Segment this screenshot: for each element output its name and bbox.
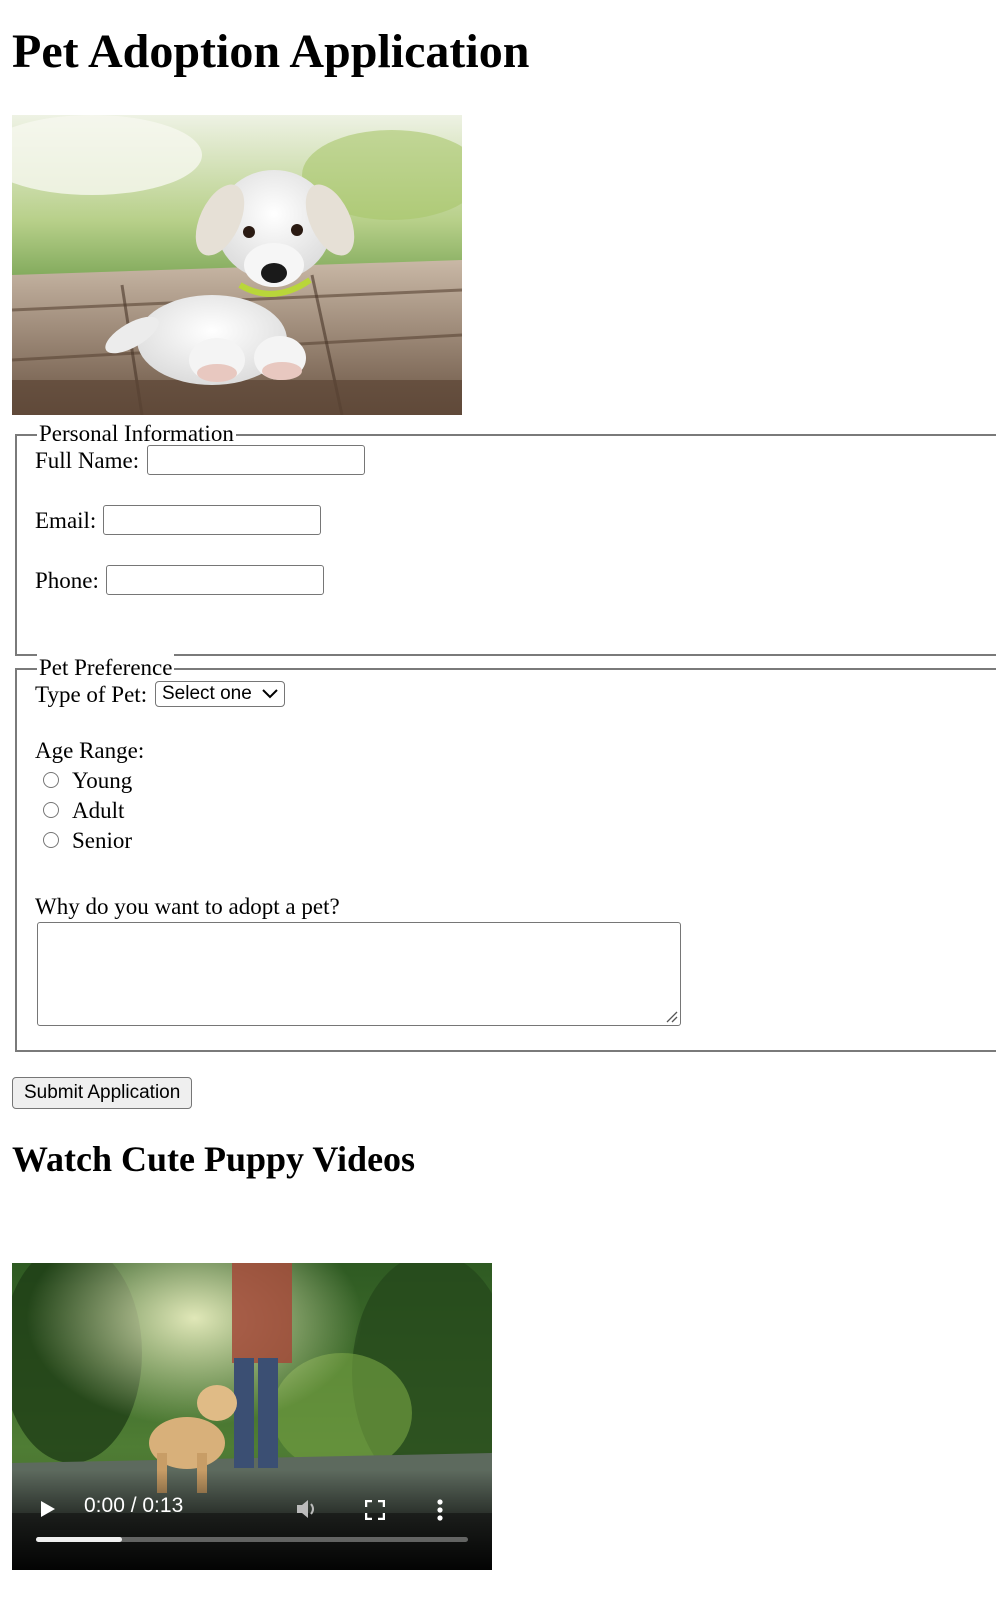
age-senior-label: Senior (72, 828, 133, 853)
more-options-icon[interactable] (436, 1498, 444, 1522)
videos-heading: Watch Cute Puppy Videos (12, 1139, 416, 1179)
full-name-input[interactable] (147, 445, 365, 475)
age-adult-radio[interactable] (43, 802, 59, 818)
age-young-radio[interactable] (43, 772, 59, 788)
type-of-pet-label: Type of Pet: (35, 682, 148, 707)
adopt-reason-label: Why do you want to adopt a pet? (35, 894, 340, 919)
phone-input[interactable] (106, 565, 324, 595)
video-progress-bar[interactable] (36, 1537, 468, 1542)
pet-preference-fieldset: Pet Preference Type of Pet: Select one A… (15, 653, 996, 1052)
play-icon[interactable] (40, 1500, 56, 1518)
volume-icon[interactable] (295, 1498, 319, 1520)
email-label: Email: (35, 508, 97, 533)
age-adult-label: Adult (72, 798, 125, 823)
pet-preference-legend: Pet Preference (37, 653, 175, 683)
video-controls: 0:00 / 0:13 (12, 1470, 492, 1570)
phone-label: Phone: (35, 568, 99, 593)
video-buffered-fill (36, 1537, 123, 1542)
email-input[interactable] (103, 505, 321, 535)
type-of-pet-selected: Select one (162, 683, 252, 704)
personal-information-fieldset: Personal Information Full Name: Email: P… (15, 419, 996, 656)
video-time: 0:00 / 0:13 (84, 1494, 184, 1517)
adopt-reason-textarea[interactable] (37, 922, 681, 1026)
page-title: Pet Adoption Application (12, 25, 530, 78)
type-of-pet-select[interactable]: Select one (155, 681, 285, 707)
full-name-label: Full Name: (35, 448, 140, 473)
page: Pet Adoption Application Personal Inform… (0, 0, 996, 1620)
submit-application-button[interactable]: Submit Application (12, 1077, 193, 1109)
puppy-video-player[interactable]: 0:00 / 0:13 (12, 1263, 492, 1570)
age-senior-radio[interactable] (43, 832, 59, 848)
resize-handle-icon[interactable] (664, 1009, 678, 1023)
age-range-label: Age Range: (35, 738, 145, 763)
puppy-image (12, 115, 462, 415)
age-young-label: Young (72, 768, 133, 793)
fullscreen-icon[interactable] (365, 1500, 385, 1520)
chevron-down-icon (262, 689, 278, 699)
